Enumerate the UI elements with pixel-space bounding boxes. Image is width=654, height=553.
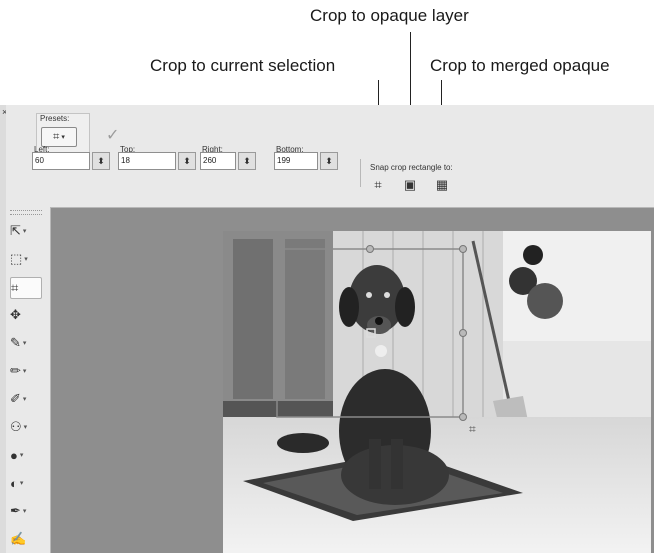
left-input[interactable]: 60: [32, 152, 90, 170]
bottom-spinner[interactable]: ⬍: [320, 152, 338, 170]
crop-opaque-layer-icon[interactable]: ▣: [402, 177, 418, 192]
retouch-icon: ✐: [10, 391, 21, 406]
palette-grip[interactable]: [10, 210, 42, 215]
crop-options-bar: Presets: ⌗ ▾ ✓ Left: 60 ⬍ Top: 18 ⬍ Righ…: [6, 105, 654, 208]
pan-tool[interactable]: ⇱ ▾: [10, 221, 40, 241]
move-tool[interactable]: ✥: [10, 305, 40, 325]
gradient-tool[interactable]: ◐ ▾: [10, 473, 40, 493]
chevron-down-icon: ▾: [19, 452, 24, 459]
crop-preset-icon: ⌗: [53, 130, 60, 143]
chevron-down-icon: ▾: [24, 256, 28, 263]
chevron-down-icon: ▾: [22, 508, 27, 515]
right-spinner[interactable]: ⬍: [238, 152, 256, 170]
dropper-icon: ✎: [10, 335, 21, 350]
pointer-icon: ⇱: [10, 223, 21, 238]
presets-dropdown-button[interactable]: ⌗ ▾: [41, 127, 77, 147]
brush-icon: ✏: [10, 363, 21, 378]
selection-tool[interactable]: ⬚ ▾: [10, 249, 40, 269]
chevron-down-icon: ▾: [19, 480, 24, 487]
pen-icon: ✒: [10, 503, 21, 518]
chevron-down-icon: ▾: [61, 134, 65, 141]
chevron-down-icon: ▾: [23, 424, 28, 431]
top-spinner[interactable]: ⬍: [178, 152, 196, 170]
top-input[interactable]: 18: [118, 152, 176, 170]
crop-tool[interactable]: ⌗: [10, 277, 42, 299]
dropper-tool[interactable]: ✎ ▾: [10, 333, 40, 353]
snap-label: Snap crop rectangle to:: [370, 163, 453, 172]
checkmark-icon[interactable]: ✓: [106, 125, 119, 145]
crop-current-selection-icon[interactable]: ⌗: [370, 177, 386, 192]
svg-text:⌗: ⌗: [469, 422, 476, 436]
chevron-down-icon: ▾: [22, 396, 27, 403]
clone-icon: ⚇: [10, 419, 22, 434]
callout-crop-current-selection: Crop to current selection: [150, 56, 336, 75]
pen-tool[interactable]: ✒ ▾: [10, 501, 40, 521]
image-canvas[interactable]: ⌗: [51, 208, 654, 553]
selection-icon: ⬚: [10, 251, 23, 266]
crop-icon: ⌗: [11, 280, 19, 295]
bottom-input[interactable]: 199: [274, 152, 318, 170]
presets-label: Presets:: [40, 114, 70, 123]
right-input[interactable]: 260: [200, 152, 236, 170]
callout-crop-opaque-layer: Crop to opaque layer: [310, 6, 469, 25]
gradient-icon: ◐: [10, 475, 18, 491]
chevron-down-icon: ▾: [22, 340, 27, 347]
warp-icon: ✍: [10, 531, 27, 546]
chevron-down-icon: ▾: [22, 228, 27, 235]
clone-tool[interactable]: ⚇ ▾: [10, 417, 40, 437]
warp-tool[interactable]: ✍: [10, 529, 40, 549]
dog-photo: ⌗: [223, 231, 651, 553]
crop-merged-opaque-icon[interactable]: ▦: [434, 177, 450, 192]
paint-brush-tool[interactable]: ✏ ▾: [10, 361, 40, 381]
fill-icon: ●: [10, 447, 18, 463]
move-icon: ✥: [10, 307, 21, 322]
left-spinner[interactable]: ⬍: [92, 152, 110, 170]
retouch-tool[interactable]: ✐ ▾: [10, 389, 40, 409]
app-window: × Presets: ⌗ ▾ ✓ Left: 60 ⬍ Top: 18 ⬍ Ri…: [0, 105, 654, 553]
options-separator: [360, 159, 361, 187]
chevron-down-icon: ▾: [22, 368, 27, 375]
fill-tool[interactable]: ● ▾: [10, 445, 40, 465]
tools-palette: ⇱ ▾ ⬚ ▾ ⌗ ✥ ✎ ▾ ✏ ▾ ✐ ▾ ⚇ ▾ ● ▾ ◐ ▾ ✒ ▾ ✍: [6, 207, 51, 553]
callout-crop-merged-opaque: Crop to merged opaque: [430, 56, 610, 75]
